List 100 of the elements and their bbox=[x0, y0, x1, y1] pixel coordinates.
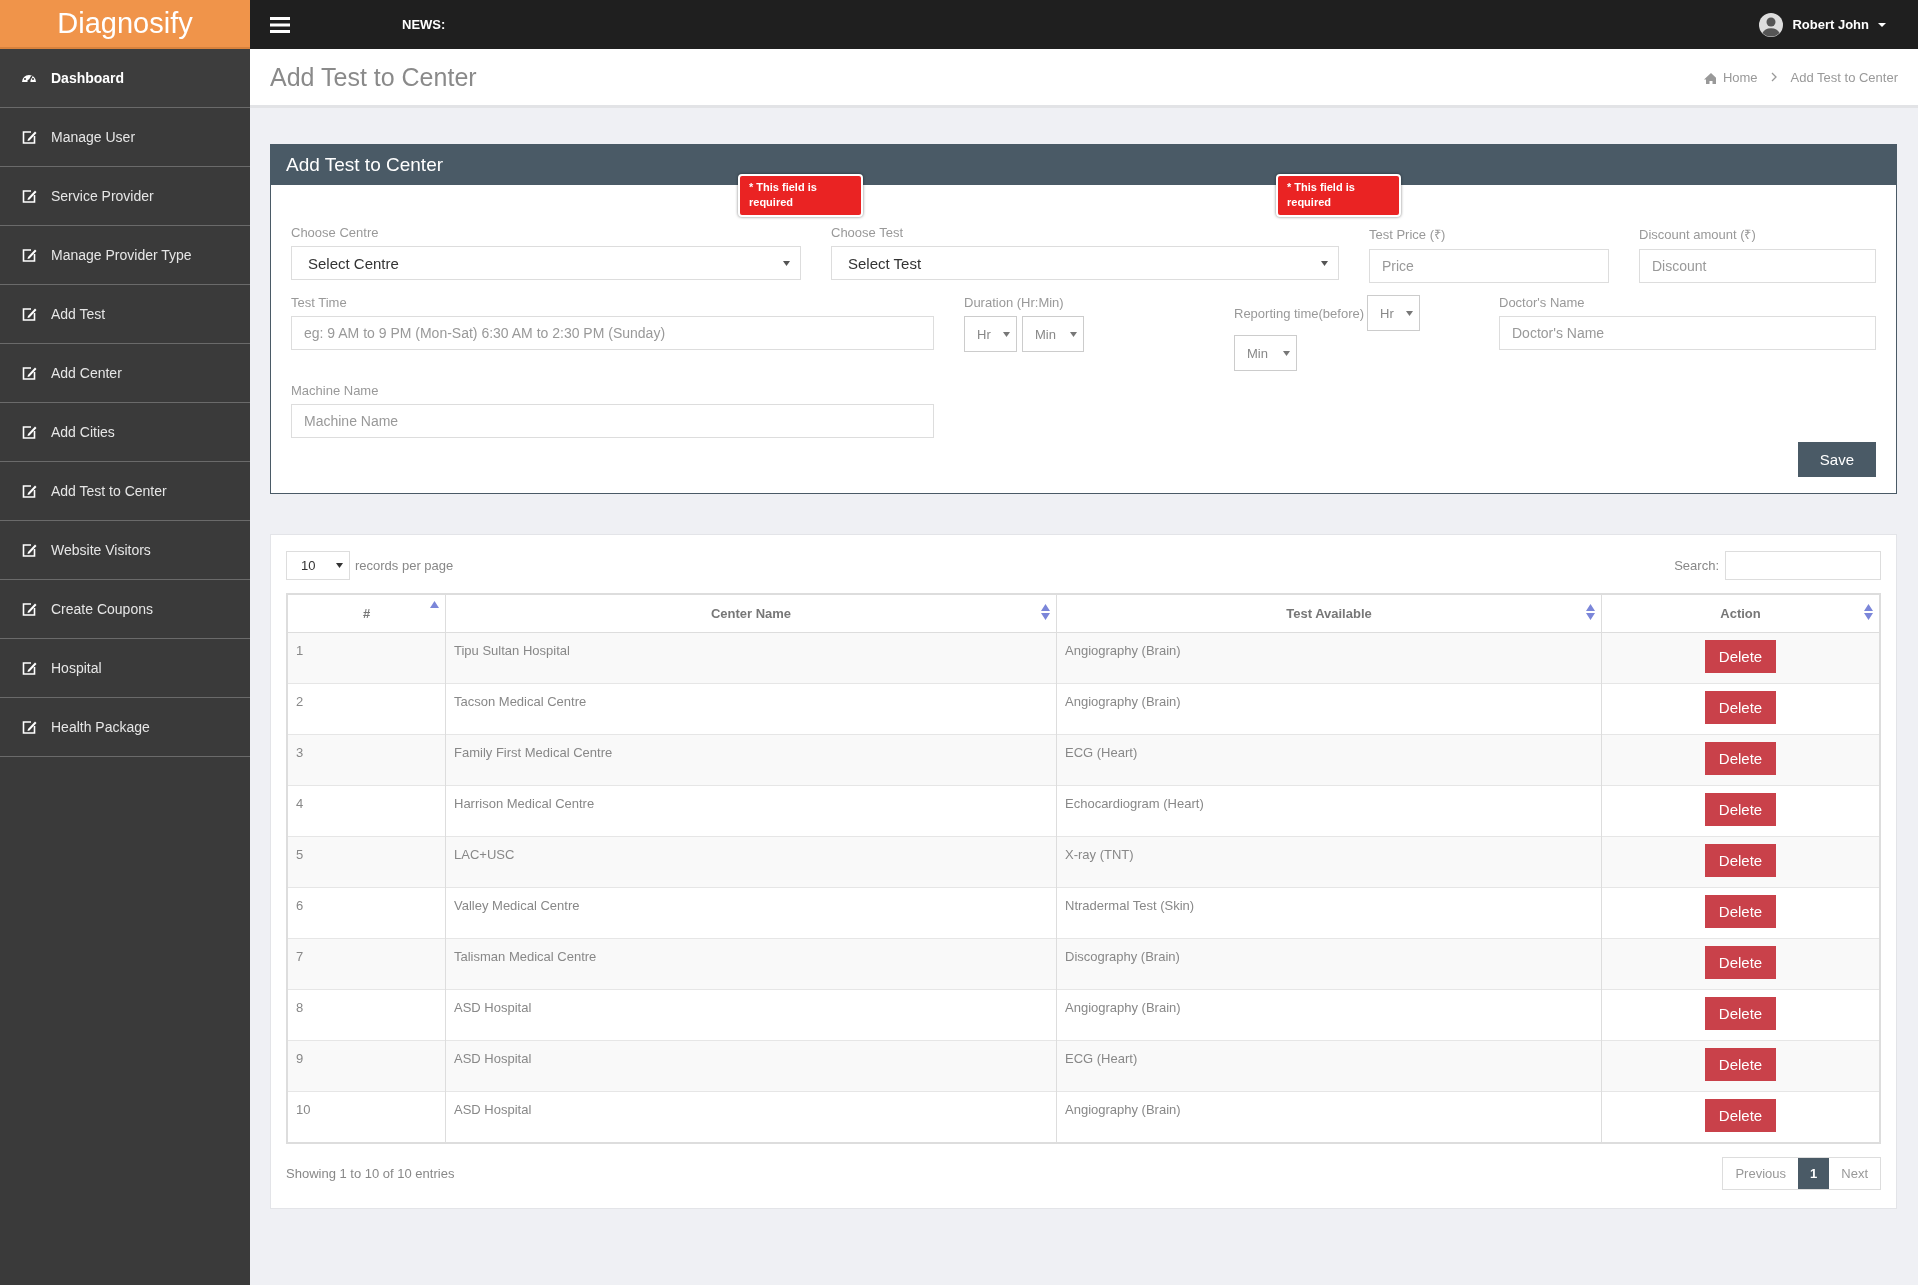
delete-button[interactable]: Delete bbox=[1704, 640, 1777, 673]
edit-icon bbox=[21, 483, 37, 499]
sidebar-item[interactable]: Manage User bbox=[0, 108, 250, 167]
column-header[interactable]: # bbox=[287, 594, 446, 633]
delete-button[interactable]: Delete bbox=[1704, 793, 1777, 826]
sidebar-item[interactable]: Create Coupons bbox=[0, 580, 250, 639]
input-field[interactable]: Machine Name bbox=[291, 404, 934, 438]
dropdown-arrow-icon bbox=[1406, 310, 1414, 316]
dropdown-arrow-icon bbox=[1003, 331, 1010, 337]
error-tooltip: * This field is required bbox=[738, 174, 863, 217]
edit-icon bbox=[21, 188, 37, 204]
table-cell: LAC+USC bbox=[445, 836, 1057, 888]
pagination-button[interactable]: Next bbox=[1829, 1157, 1880, 1189]
sidebar-item[interactable]: Manage Provider Type bbox=[0, 226, 250, 285]
dropdown-arrow-icon bbox=[783, 260, 790, 266]
chevron-icon bbox=[1770, 72, 1778, 82]
select-field[interactable]: Select Test bbox=[831, 246, 1339, 280]
avatar-icon bbox=[1759, 12, 1784, 37]
table-cell: 3 bbox=[287, 734, 446, 786]
field-label: Test Time bbox=[291, 295, 348, 310]
column-header[interactable]: Action bbox=[1601, 594, 1880, 633]
table-cell: 9 bbox=[287, 1040, 446, 1092]
table-info: Showing 1 to 10 of 10 entries bbox=[286, 1165, 455, 1181]
field-label: Doctor's Name bbox=[1499, 295, 1586, 310]
table-cell: ASD Hospital bbox=[445, 1091, 1057, 1143]
select-field[interactable]: Hr bbox=[964, 316, 1017, 352]
edit-icon bbox=[21, 660, 37, 676]
table-cell: ECG (Heart) bbox=[1056, 1040, 1602, 1092]
field-label: Reporting time(before) bbox=[1234, 305, 1365, 321]
field-label: Machine Name bbox=[291, 383, 380, 398]
delete-button[interactable]: Delete bbox=[1704, 844, 1777, 877]
breadcrumb-current: Add Test to Center bbox=[1790, 69, 1898, 85]
input-field[interactable]: Price bbox=[1369, 249, 1609, 283]
breadcrumb-link[interactable]: Home bbox=[1722, 69, 1758, 85]
field-label: Duration (Hr:Min) bbox=[964, 295, 1065, 310]
pagination-button[interactable]: Previous bbox=[1723, 1157, 1799, 1189]
pagination-button[interactable]: 1 bbox=[1798, 1157, 1830, 1189]
table-cell: Angiography (Brain) bbox=[1056, 632, 1602, 684]
column-header[interactable]: Test Available bbox=[1056, 594, 1602, 633]
input-field[interactable]: Discount bbox=[1639, 249, 1876, 283]
sidebar-item[interactable]: Add Cities bbox=[0, 403, 250, 462]
delete-button[interactable]: Delete bbox=[1704, 997, 1777, 1030]
delete-button[interactable]: Delete bbox=[1704, 946, 1777, 979]
delete-button[interactable]: Delete bbox=[1704, 1099, 1777, 1132]
field-label: Choose Test bbox=[831, 225, 905, 240]
sidebar-item[interactable]: Add Test to Center bbox=[0, 462, 250, 521]
field-label: Discount amount (₹) bbox=[1639, 226, 1757, 243]
search-label: Search: bbox=[1674, 558, 1719, 573]
table-cell: X-ray (TNT) bbox=[1056, 836, 1602, 888]
sidebar-item[interactable]: Website Visitors bbox=[0, 521, 250, 580]
edit-icon bbox=[21, 247, 37, 263]
sidebar-item[interactable]: Hospital bbox=[0, 639, 250, 698]
table-cell: Angiography (Brain) bbox=[1056, 1091, 1602, 1143]
edit-icon bbox=[21, 542, 37, 558]
select-field[interactable]: Hr bbox=[1367, 295, 1421, 331]
page-size-select[interactable]: 10 bbox=[286, 551, 350, 580]
select-field[interactable]: Min bbox=[1234, 335, 1297, 371]
home-icon bbox=[1702, 70, 1716, 84]
save-button[interactable]: Save bbox=[1797, 442, 1876, 477]
user-menu[interactable]: Robert John bbox=[1792, 17, 1869, 32]
table-cell: Family First Medical Centre bbox=[445, 734, 1057, 786]
edit-icon bbox=[21, 719, 37, 735]
field-label: Choose Centre bbox=[291, 225, 380, 240]
sidebar-item[interactable]: Add Center bbox=[0, 344, 250, 403]
select-field[interactable]: Select Centre bbox=[291, 246, 801, 280]
table-cell: Tipu Sultan Hospital bbox=[445, 632, 1057, 684]
error-tooltip: * This field is required bbox=[1276, 174, 1401, 217]
input-field[interactable]: eg: 9 AM to 9 PM (Mon-Sat) 6:30 AM to 2:30 PM (Sunday) bbox=[291, 316, 934, 350]
page-size-label: records per page bbox=[355, 558, 454, 573]
delete-button[interactable]: Delete bbox=[1704, 1048, 1777, 1081]
dropdown-arrow-icon bbox=[1070, 331, 1077, 337]
edit-icon bbox=[21, 306, 37, 322]
table-cell: ECG (Heart) bbox=[1056, 734, 1602, 786]
caret-icon bbox=[1878, 22, 1886, 27]
news-label: NEWS: bbox=[402, 17, 446, 32]
table-cell: 10 bbox=[287, 1091, 446, 1143]
table-cell: 5 bbox=[287, 836, 446, 888]
table-cell: 1 bbox=[287, 632, 446, 684]
edit-icon bbox=[21, 129, 37, 145]
sidebar-item[interactable]: Health Package bbox=[0, 698, 250, 757]
edit-icon bbox=[21, 424, 37, 440]
sidebar-item[interactable]: Service Provider bbox=[0, 167, 250, 226]
edit-icon bbox=[21, 601, 37, 617]
menu-icon[interactable] bbox=[270, 15, 290, 34]
table-cell: 7 bbox=[287, 938, 446, 990]
sidebar-item[interactable]: Add Test bbox=[0, 285, 250, 344]
edit-icon bbox=[21, 365, 37, 381]
column-header[interactable]: Center Name bbox=[445, 594, 1057, 633]
dropdown-arrow-icon bbox=[336, 563, 343, 568]
delete-button[interactable]: Delete bbox=[1704, 691, 1777, 724]
field-label: Test Price (₹) bbox=[1369, 226, 1447, 243]
table-cell: Talisman Medical Centre bbox=[445, 938, 1057, 990]
delete-button[interactable]: Delete bbox=[1704, 742, 1777, 775]
table-cell: ASD Hospital bbox=[445, 1040, 1057, 1092]
input-field[interactable]: Doctor's Name bbox=[1499, 316, 1876, 350]
select-field[interactable]: Min bbox=[1022, 316, 1084, 352]
dropdown-arrow-icon bbox=[1283, 350, 1290, 356]
dropdown-arrow-icon bbox=[1321, 260, 1328, 266]
delete-button[interactable]: Delete bbox=[1704, 895, 1777, 928]
search-field[interactable] bbox=[1725, 551, 1881, 580]
